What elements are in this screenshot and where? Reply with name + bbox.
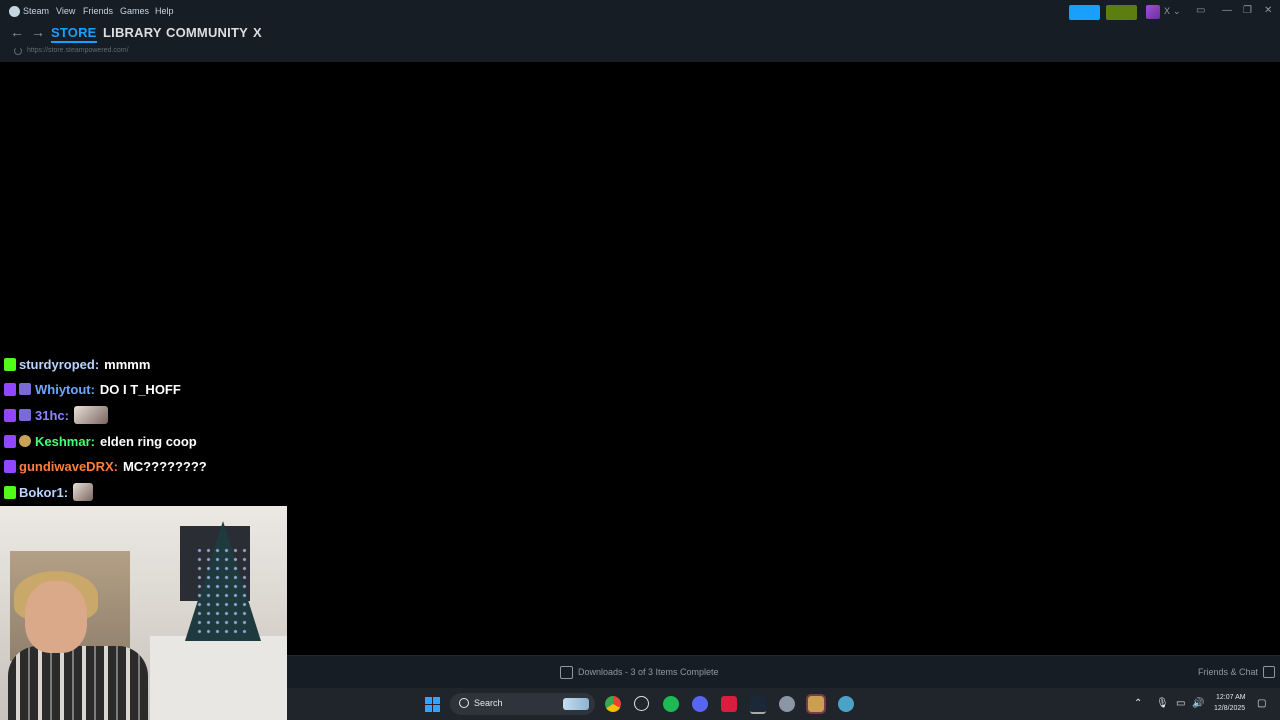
emote-icon xyxy=(73,483,94,501)
prime-badge-icon xyxy=(19,383,31,395)
downloads-status[interactable]: Downloads - 3 of 3 Items Complete xyxy=(578,667,719,677)
chat-user: Whiytout: xyxy=(35,381,95,397)
friends-chat-button[interactable]: Friends & Chat xyxy=(1198,667,1258,677)
menu-help[interactable]: Help xyxy=(155,6,174,16)
notifications-button[interactable] xyxy=(1106,5,1137,20)
twitch-badge-icon xyxy=(4,382,16,396)
discord-icon[interactable] xyxy=(692,696,708,712)
forward-arrow-icon[interactable]: → xyxy=(31,24,45,40)
steam-menu-bar: Steam View Friends Games Help X ⌄ ▭ — ❐ … xyxy=(0,0,1280,24)
clock-time[interactable]: 12:07 AM xyxy=(1216,694,1246,701)
chat-message: Whiytout: DO I T_HOFF xyxy=(4,378,181,400)
taskbar-search[interactable]: Search xyxy=(450,693,595,715)
app-icon[interactable] xyxy=(721,696,737,712)
twitch-badge-icon xyxy=(4,459,16,473)
webcam-floor xyxy=(150,636,287,720)
webcam-overlay xyxy=(0,506,287,720)
spotify-icon[interactable] xyxy=(663,696,679,712)
chat-message: gundiwaveDRX: MC???????? xyxy=(4,455,207,477)
tab-profile[interactable]: X xyxy=(253,25,262,40)
notification-icon[interactable]: ▢ xyxy=(1257,698,1266,709)
chat-text: mmmm xyxy=(104,356,151,372)
twitch-badge-icon xyxy=(4,434,16,448)
chevron-up-icon[interactable]: ⌃ xyxy=(1134,698,1142,709)
kick-badge-icon xyxy=(4,357,16,371)
tree-lights xyxy=(195,546,251,636)
search-highlight-icon xyxy=(563,698,589,710)
network-icon[interactable]: ▭ xyxy=(1176,698,1185,709)
windows-taskbar: Search ⌃ 🎙 ▭ 🔊 12:07 AM 12/8/2025 ▢ xyxy=(287,688,1280,720)
chat-user: gundiwaveDRX: xyxy=(19,458,118,474)
clock-date[interactable]: 12/8/2025 xyxy=(1214,705,1245,712)
avatar[interactable] xyxy=(1146,5,1160,19)
chat-message: Keshmar: elden ring coop xyxy=(4,430,197,452)
chevron-down-icon[interactable]: ⌄ xyxy=(1173,6,1181,17)
microphone-icon[interactable]: 🎙 xyxy=(1156,698,1169,709)
chat-user: Keshmar: xyxy=(35,433,95,449)
chat-message: Bokor1: xyxy=(4,481,94,503)
league-icon[interactable] xyxy=(806,694,826,714)
streamer-face xyxy=(25,581,87,653)
account-name[interactable]: X xyxy=(1164,6,1170,16)
sub-badge-icon xyxy=(19,409,31,421)
minimize-icon[interactable]: — xyxy=(1222,5,1232,16)
search-icon xyxy=(459,698,469,708)
volume-icon[interactable]: 🔊 xyxy=(1192,698,1204,709)
chat-user: sturdyroped: xyxy=(19,356,100,372)
steam-status-bar: Downloads - 3 of 3 Items Complete Friend… xyxy=(287,655,1280,689)
steam-logo-icon[interactable] xyxy=(9,6,20,17)
back-arrow-icon[interactable]: ← xyxy=(10,24,24,40)
chat-text: MC???????? xyxy=(122,458,207,474)
streamer-shirt xyxy=(8,646,148,720)
chat-user: 31hc: xyxy=(35,407,69,423)
restore-icon[interactable]: ❐ xyxy=(1243,5,1252,16)
chat-message: 31hc: xyxy=(4,404,108,426)
downloads-icon[interactable] xyxy=(560,666,573,679)
steam-taskbar-icon[interactable] xyxy=(750,696,766,714)
windows-start-icon[interactable] xyxy=(425,697,440,712)
chat-text: elden ring coop xyxy=(99,433,197,449)
menu-steam[interactable]: Steam xyxy=(23,6,49,16)
badge-icon xyxy=(19,435,31,447)
loading-spinner-icon xyxy=(14,47,22,55)
chat-user: Bokor1: xyxy=(19,484,69,500)
tab-library[interactable]: LIBRARY xyxy=(103,25,162,40)
tab-store[interactable]: STORE xyxy=(51,25,97,43)
menu-friends[interactable]: Friends xyxy=(83,6,113,16)
big-picture-icon[interactable]: ▭ xyxy=(1196,5,1205,16)
steam-nav-bar: ← → STORE LIBRARY COMMUNITY X https://st… xyxy=(0,24,1280,62)
browser-icon[interactable] xyxy=(838,696,854,712)
close-icon[interactable]: ✕ xyxy=(1264,5,1272,16)
chat-text: DO I T_HOFF xyxy=(99,381,181,397)
twitch-badge-icon xyxy=(4,408,16,422)
emote-icon xyxy=(73,406,108,424)
chat-message: sturdyroped: mmmm xyxy=(4,353,150,375)
kick-badge-icon xyxy=(4,485,16,499)
settings-icon[interactable] xyxy=(779,696,795,712)
chrome-icon[interactable] xyxy=(605,696,621,712)
menu-view[interactable]: View xyxy=(56,6,75,16)
friends-chat-icon[interactable] xyxy=(1263,666,1275,678)
obs-icon[interactable] xyxy=(634,696,649,711)
menu-games[interactable]: Games xyxy=(120,6,149,16)
url-bar[interactable]: https://store.steampowered.com/ xyxy=(27,47,129,54)
announcements-button[interactable] xyxy=(1069,5,1100,20)
taskbar-search-label: Search xyxy=(474,698,503,708)
tab-community[interactable]: COMMUNITY xyxy=(166,25,248,40)
